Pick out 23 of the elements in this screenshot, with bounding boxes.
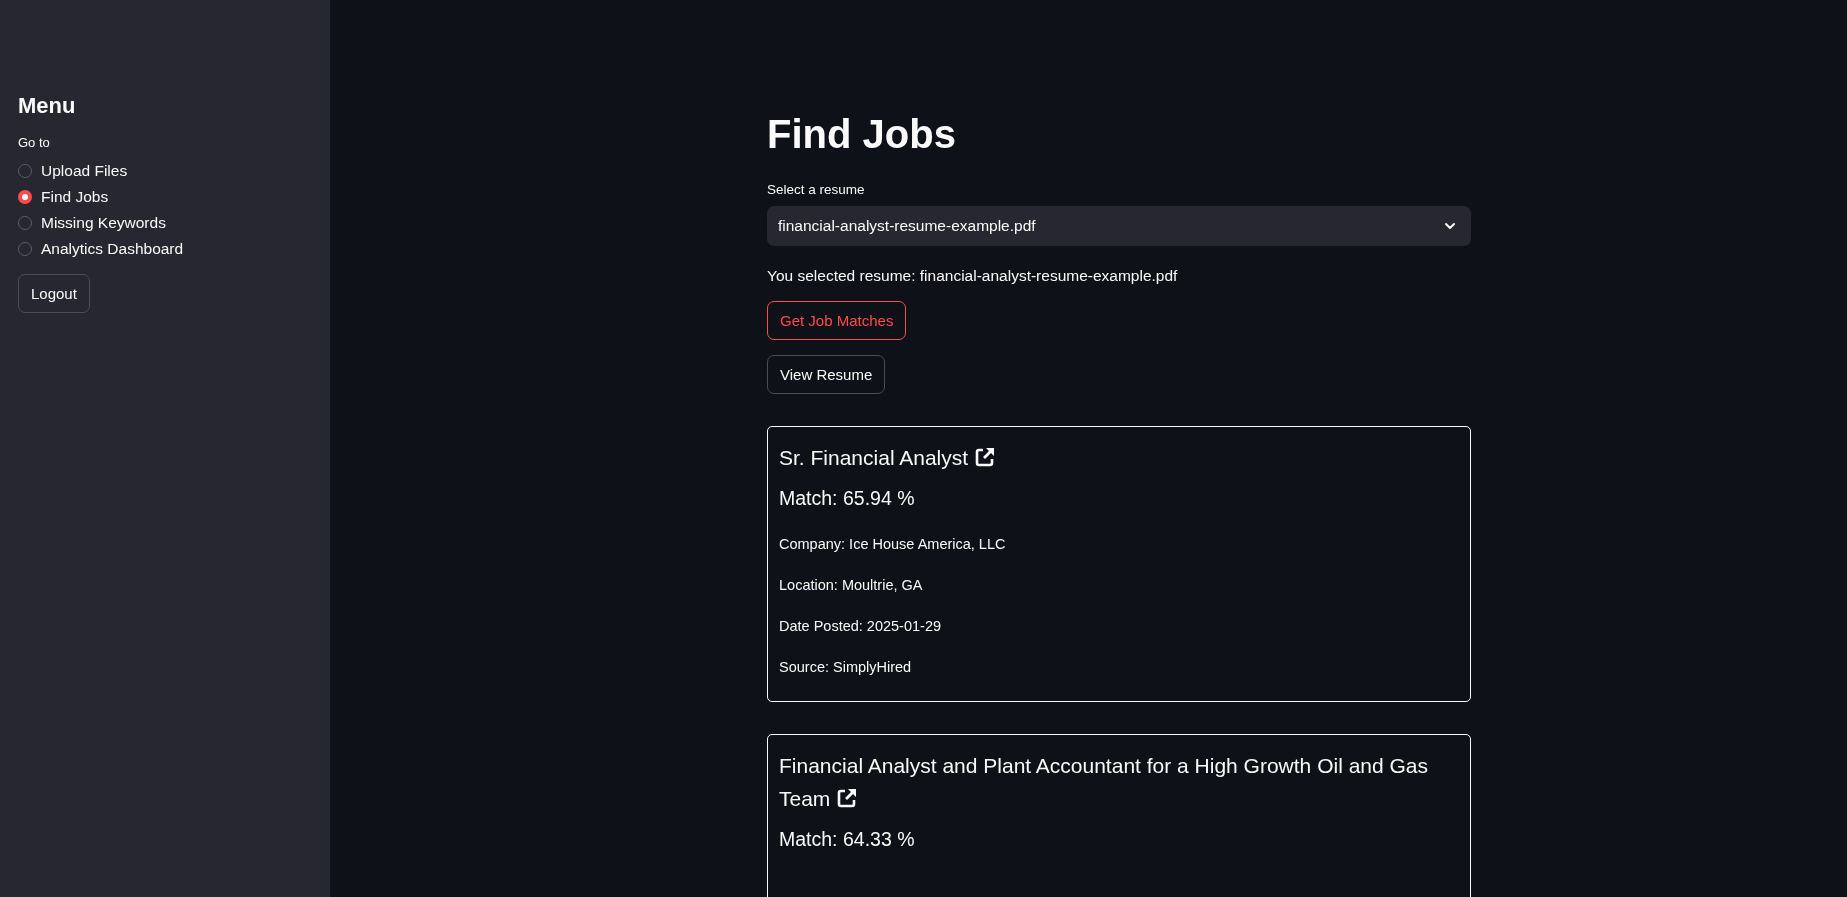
selection-text: You selected resume: financial-analyst-resume-example.pdf	[767, 267, 1179, 285]
job-detail: Source: SimplyHired	[779, 659, 913, 675]
external-link-icon[interactable]	[973, 446, 996, 468]
nav-radio-option[interactable]: Analytics Dashboard	[18, 240, 312, 258]
job-title: Sr. Financial Analyst	[779, 441, 1459, 474]
get-matches-button[interactable]: Get Job Matches	[767, 301, 907, 340]
nav-radio-option[interactable]: Upload Files	[18, 162, 312, 180]
resume-select[interactable]: financial-analyst-resume-example.pdf	[767, 206, 1471, 246]
sidebar-title: Menu	[18, 92, 77, 120]
nav-label: Go to	[18, 135, 51, 150]
match-score: Match: 64.33 %	[779, 827, 916, 852]
nav-radio-option[interactable]: Missing Keywords	[18, 214, 312, 232]
job-title: Financial Analyst and Plant Accountant for a High Growth Oil and Gas Team	[779, 753, 1430, 812]
external-link-icon[interactable]	[836, 787, 859, 809]
match-score: Match: 65.94 %	[779, 486, 916, 511]
page-title: Find Jobs	[767, 111, 957, 158]
nav-radio-option[interactable]: Find Jobs	[18, 188, 312, 206]
select-label: Select a resume	[767, 182, 866, 197]
view-resume-button[interactable]: View Resume	[767, 355, 886, 394]
job-detail: Location: Moultrie, GA	[779, 577, 924, 593]
job-detail: Date Posted: 2025-01-29	[779, 618, 943, 634]
logout-button[interactable]: Logout	[18, 274, 90, 313]
job-detail: Company: Ice House America, LLC	[779, 536, 1007, 552]
